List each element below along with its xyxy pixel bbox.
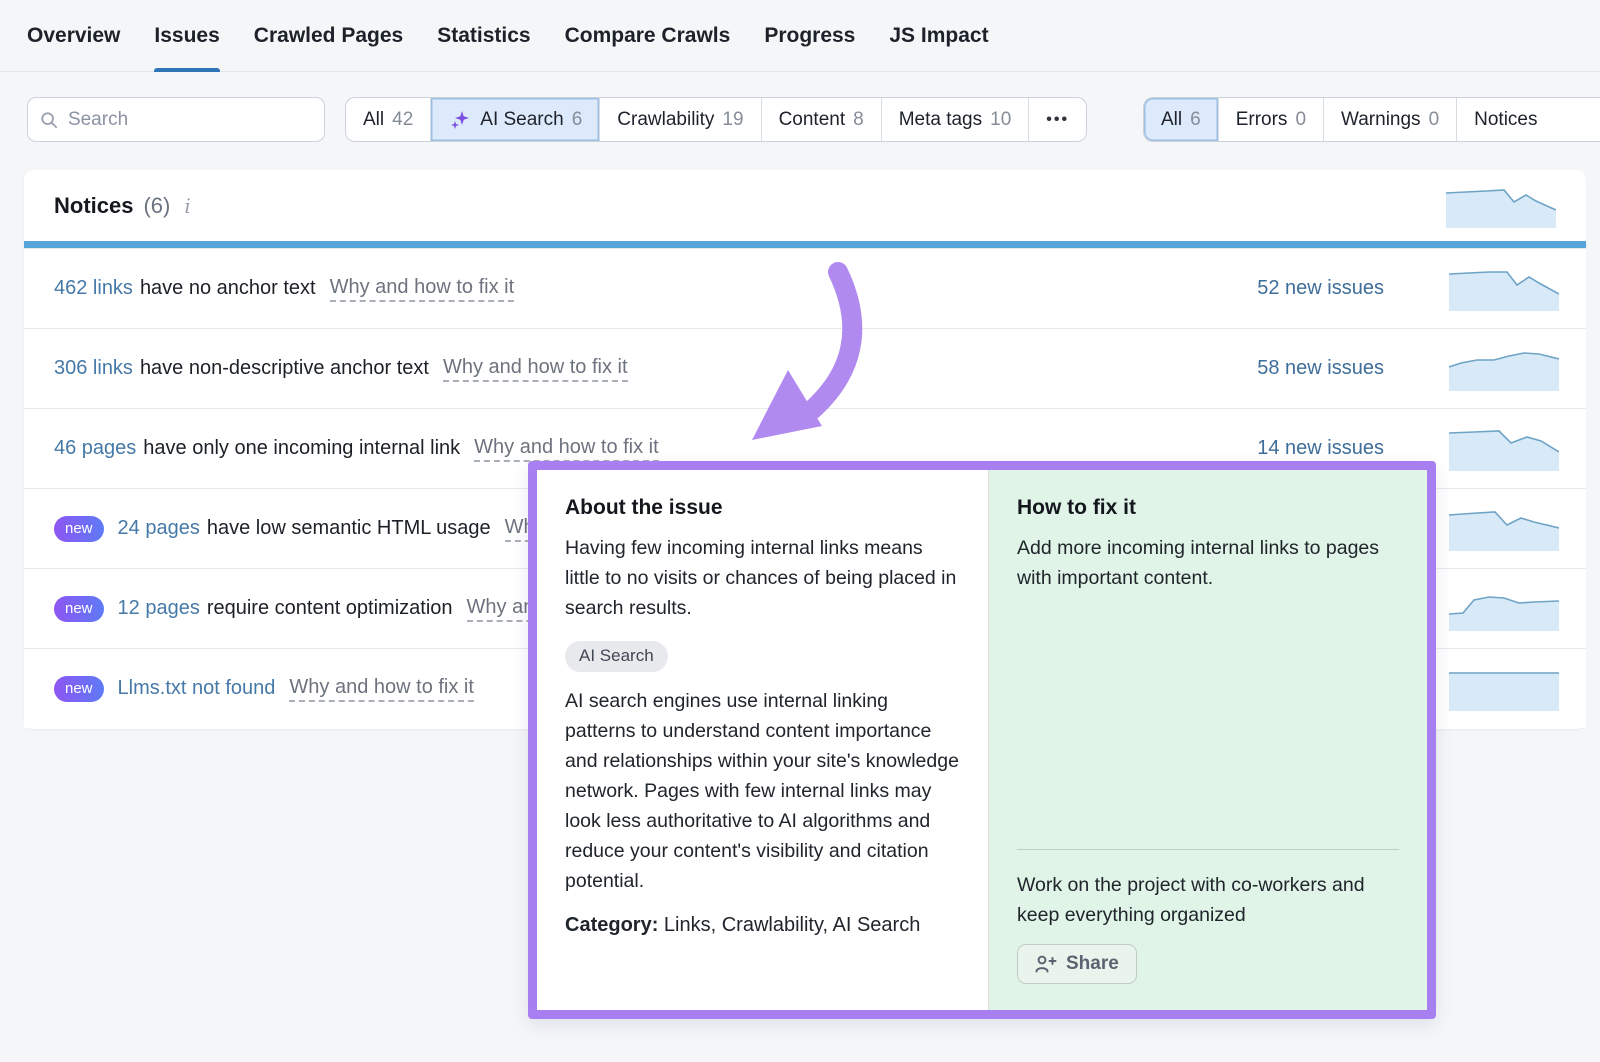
category-value: Links, Crawlability, AI Search xyxy=(658,914,920,936)
issue-count-link[interactable]: Llms.txt not found xyxy=(118,677,276,700)
filter-count: 0 xyxy=(1429,109,1440,131)
filter-count: 0 xyxy=(1295,109,1306,131)
site-audit-issues-page: Overview Issues Crawled Pages Statistics… xyxy=(0,0,1600,1062)
how-to-fix-panel: How to fix it Add more incoming internal… xyxy=(989,470,1427,1010)
new-issues-link[interactable]: 14 new issues xyxy=(1257,437,1384,460)
filter-ai-search[interactable]: AI Search 6 xyxy=(430,98,599,141)
issue-count-link[interactable]: 46 pages xyxy=(54,437,136,460)
tab-overview[interactable]: Overview xyxy=(27,0,120,72)
filter-content[interactable]: Content 8 xyxy=(761,98,881,141)
filter-count: 6 xyxy=(1190,109,1201,131)
new-badge: new xyxy=(54,596,104,622)
why-fix-link[interactable]: Why and how to fix it xyxy=(330,276,515,302)
ai-search-tag: AI Search xyxy=(565,641,668,672)
filter-bar: All 42 AI Search 6 Crawlability 19 Conte… xyxy=(0,97,1600,143)
share-button[interactable]: Share xyxy=(1017,944,1137,984)
category-filter-group: All 42 AI Search 6 Crawlability 19 Conte… xyxy=(345,97,1087,142)
filter-label: AI Search xyxy=(480,109,563,131)
tab-js-impact[interactable]: JS Impact xyxy=(889,0,988,72)
issue-details-popup: About the issue Having few incoming inte… xyxy=(528,461,1436,1019)
panel-title: Notices xyxy=(54,193,133,219)
filter-label: Errors xyxy=(1236,109,1288,131)
fix-title: How to fix it xyxy=(1017,496,1399,520)
issue-count-link[interactable]: 12 pages xyxy=(118,597,200,620)
new-badge: new xyxy=(54,516,104,542)
about-issue-panel: About the issue Having few incoming inte… xyxy=(537,470,989,1010)
filter-meta-tags[interactable]: Meta tags 10 xyxy=(881,98,1029,141)
trend-sparkline xyxy=(1449,667,1559,711)
filter-label: All xyxy=(1161,109,1182,131)
trend-sparkline xyxy=(1449,507,1559,551)
issue-count-link[interactable]: 306 links xyxy=(54,357,133,380)
tab-compare-crawls[interactable]: Compare Crawls xyxy=(565,0,731,72)
new-issues-link[interactable]: 58 new issues xyxy=(1257,357,1384,380)
filter-all-categories[interactable]: All 42 xyxy=(346,98,430,141)
about-title: About the issue xyxy=(565,496,960,520)
notices-header: Notices (6) i xyxy=(24,170,1586,241)
filter-label: Crawlability xyxy=(617,109,714,131)
trend-sparkline xyxy=(1449,427,1559,471)
header-sparkline xyxy=(1446,186,1556,228)
add-user-icon xyxy=(1035,955,1057,973)
issue-count-link[interactable]: 462 links xyxy=(54,277,133,300)
top-nav: Overview Issues Crawled Pages Statistics… xyxy=(0,0,1600,72)
filter-all-severity[interactable]: All 6 xyxy=(1144,98,1218,141)
why-fix-link[interactable]: Why and how to fix it xyxy=(289,676,474,702)
filter-count: 8 xyxy=(853,109,864,131)
issue-text: have no anchor text xyxy=(140,277,316,300)
panel-count: (6) xyxy=(143,193,170,219)
trend-sparkline xyxy=(1449,587,1559,631)
severity-filter-group: All 6 Errors 0 Warnings 0 Notices xyxy=(1143,97,1600,142)
filter-label: Notices xyxy=(1474,109,1537,131)
issue-text: require content optimization xyxy=(207,597,453,620)
search-box[interactable] xyxy=(27,97,325,142)
search-input[interactable] xyxy=(68,109,312,131)
why-fix-link[interactable]: Why and how to fix it xyxy=(474,436,659,462)
filter-count: 6 xyxy=(572,109,583,131)
new-badge: new xyxy=(54,676,104,702)
collab-text: Work on the project with co-workers and … xyxy=(1017,870,1399,930)
filter-label: Content xyxy=(779,109,846,131)
filter-count: 19 xyxy=(722,109,743,131)
issue-text: have non-descriptive anchor text xyxy=(140,357,429,380)
filter-count: 42 xyxy=(392,109,413,131)
fix-paragraph: Add more incoming internal links to page… xyxy=(1017,533,1399,593)
info-icon[interactable]: i xyxy=(180,194,190,218)
filter-warnings[interactable]: Warnings 0 xyxy=(1323,98,1456,141)
why-fix-link[interactable]: Why and how to fix it xyxy=(443,356,628,382)
filter-crawlability[interactable]: Crawlability 19 xyxy=(599,98,760,141)
notices-severity-bar xyxy=(24,241,1586,248)
tab-crawled-pages[interactable]: Crawled Pages xyxy=(254,0,403,72)
about-paragraph: Having few incoming internal links means… xyxy=(565,533,960,623)
trend-sparkline xyxy=(1449,267,1559,311)
search-icon xyxy=(40,110,58,130)
category-line: Category: Links, Crawlability, AI Search xyxy=(565,910,960,940)
issue-text: have low semantic HTML usage xyxy=(207,517,491,540)
filter-label: Warnings xyxy=(1341,109,1421,131)
about-paragraph-2: AI search engines use internal linking p… xyxy=(565,686,960,896)
divider xyxy=(1017,849,1399,850)
category-label: Category: xyxy=(565,914,658,936)
tab-issues[interactable]: Issues xyxy=(154,0,219,72)
issue-row[interactable]: 306 links have non-descriptive anchor te… xyxy=(24,328,1586,408)
issue-text: have only one incoming internal link xyxy=(143,437,460,460)
new-issues-link[interactable]: 52 new issues xyxy=(1257,277,1384,300)
filter-label: All xyxy=(363,109,384,131)
issue-count-link[interactable]: 24 pages xyxy=(118,517,200,540)
filter-notices[interactable]: Notices xyxy=(1456,98,1554,141)
filter-errors[interactable]: Errors 0 xyxy=(1218,98,1323,141)
trend-sparkline xyxy=(1449,347,1559,391)
filter-label: Meta tags xyxy=(899,109,982,131)
tab-progress[interactable]: Progress xyxy=(764,0,855,72)
ai-sparkles-icon xyxy=(448,108,472,132)
filter-count: 10 xyxy=(990,109,1011,131)
share-label: Share xyxy=(1066,953,1119,975)
ellipsis-icon: ••• xyxy=(1046,111,1069,129)
tab-statistics[interactable]: Statistics xyxy=(437,0,530,72)
issue-row[interactable]: 462 links have no anchor text Why and ho… xyxy=(24,248,1586,328)
more-filters-button[interactable]: ••• xyxy=(1028,98,1086,141)
